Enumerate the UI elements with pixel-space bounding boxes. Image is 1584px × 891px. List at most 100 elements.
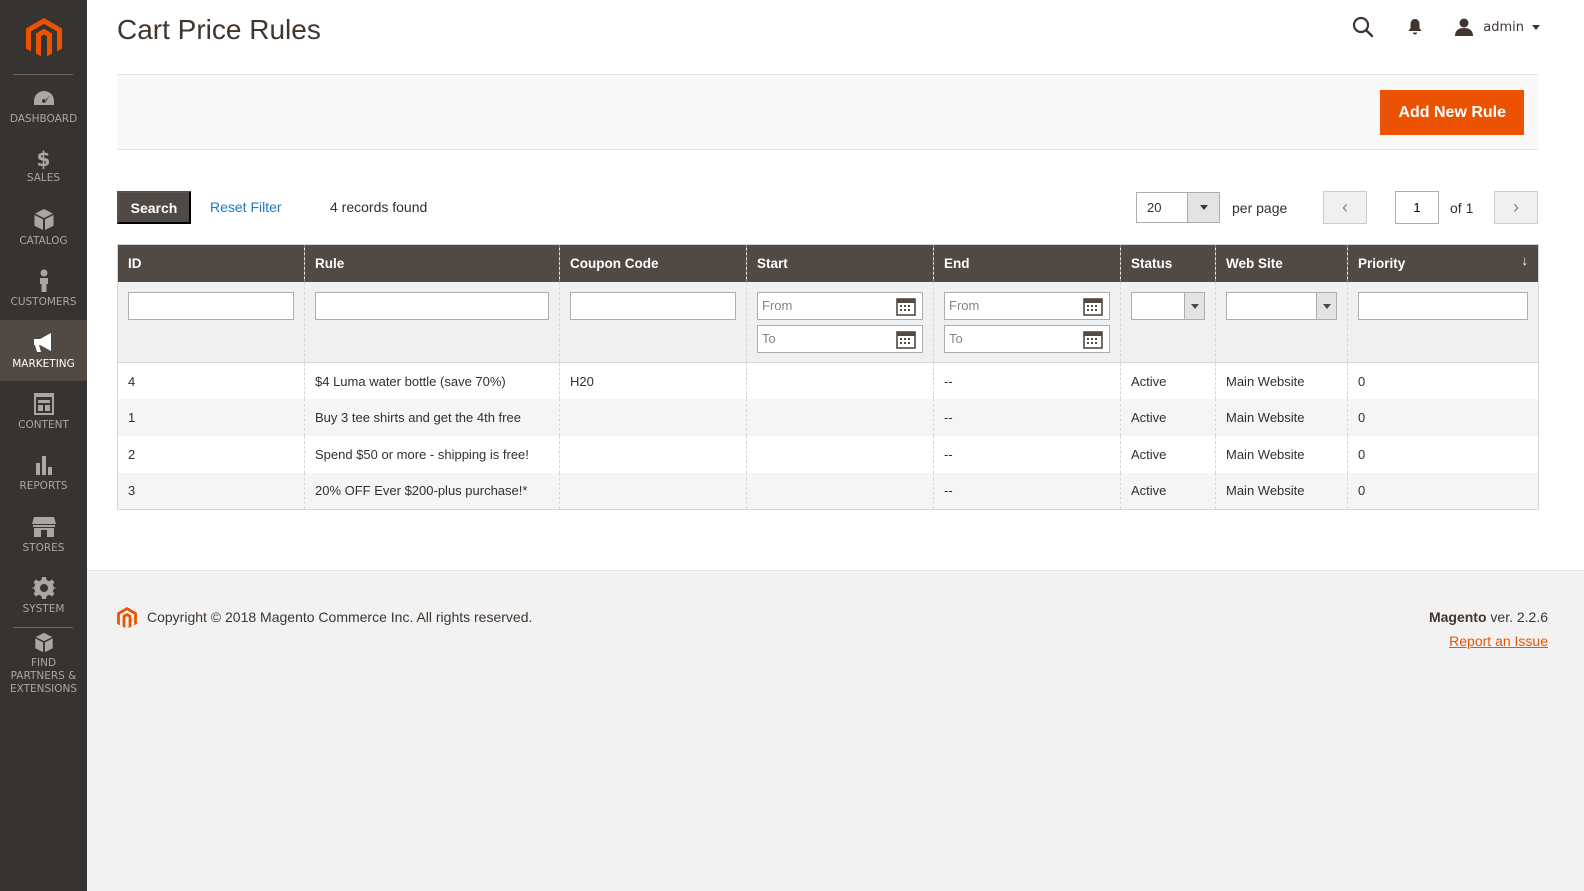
page-title: Cart Price Rules [117, 14, 321, 45]
table-row[interactable]: 3 20% OFF Ever $200-plus purchase!* -- A… [117, 472, 1539, 510]
column-header-end[interactable]: End [933, 244, 1121, 282]
sidebar-item-label: CATALOG [19, 234, 68, 247]
cart-price-rules-grid: ID Rule Coupon Code Start End Status Web… [117, 244, 1539, 510]
sidebar-item-reports[interactable]: REPORTS [0, 442, 87, 503]
per-page-label: per page [1232, 200, 1288, 216]
cell-coupon-code: H20 [559, 362, 747, 400]
filter-start-from-input[interactable]: From [757, 291, 923, 320]
sidebar-item-label: CUSTOMERS [10, 295, 77, 308]
sidebar-item-marketing[interactable]: MARKETING [0, 320, 87, 381]
per-page-value: 20 [1147, 200, 1162, 215]
search-icon [1353, 16, 1374, 38]
sidebar-item-sales[interactable]: $ SALES [0, 136, 87, 197]
cell-id: 2 [128, 446, 136, 462]
column-header-coupon-code[interactable]: Coupon Code [559, 244, 747, 282]
sidebar-item-label: FIND PARTNERS & EXTENSIONS [9, 657, 78, 695]
grid-toolbar: Search Reset Filter 4 records found 20 p… [117, 191, 1538, 224]
table-row[interactable]: 4 $4 Luma water bottle (save 70%) H20 --… [118, 362, 1539, 400]
cell-end: -- [933, 399, 1121, 436]
dollar-icon: $ [36, 147, 51, 171]
sidebar-divider [13, 627, 73, 628]
filter-end-to-input[interactable]: To [944, 324, 1110, 353]
filter-cell [1120, 281, 1216, 363]
column-header-web-site[interactable]: Web Site [1215, 244, 1348, 282]
placeholder-text: To [762, 330, 776, 346]
cell-status: Active [1120, 399, 1216, 436]
brand-name: Magento [1428, 609, 1487, 625]
filter-cell [117, 281, 305, 363]
add-new-rule-button[interactable]: Add New Rule [1380, 90, 1524, 135]
table-row[interactable]: 2 Spend $50 or more - shipping is free! … [118, 435, 1539, 473]
cell-rule: $4 Luma water bottle (save 70%) [304, 362, 560, 400]
chevron-down-icon [1184, 292, 1204, 319]
sidebar-item-label: STORES [22, 541, 65, 554]
sidebar-item-find-partners[interactable]: FIND PARTNERS & EXTENSIONS [0, 632, 87, 696]
cell-priority: 0 [1347, 399, 1539, 436]
cell-rule: 20% OFF Ever $200-plus purchase!* [304, 472, 560, 510]
sidebar-item-catalog[interactable]: CATALOG [0, 197, 87, 258]
sidebar-item-stores[interactable]: STORES [0, 504, 87, 565]
table-row[interactable]: 1 Buy 3 tee shirts and get the 4th free … [117, 399, 1539, 436]
cell-id: 4 [128, 373, 136, 389]
admin-username: admin [1483, 19, 1524, 35]
cell-web-site: Main Website [1215, 435, 1348, 473]
extensions-icon [34, 632, 53, 653]
sidebar-item-system[interactable]: SYSTEM [0, 565, 87, 626]
reset-filter-link[interactable]: Reset Filter [210, 199, 282, 215]
column-header-priority[interactable]: Priority ↓ [1347, 244, 1539, 282]
cell-priority: 0 [1347, 472, 1539, 510]
sidebar-item-label: MARKETING [12, 357, 75, 370]
calendar-icon[interactable] [896, 297, 916, 316]
filter-cell [559, 281, 747, 363]
sidebar-item-dashboard[interactable]: DASHBOARD [0, 75, 87, 136]
cell-coupon-code [559, 472, 747, 510]
filter-cell [304, 281, 560, 363]
global-search-button[interactable] [1350, 14, 1376, 40]
previous-page-button[interactable]: ‹ [1323, 191, 1367, 224]
filter-id-input[interactable] [128, 291, 294, 320]
magento-logo[interactable] [0, 0, 87, 75]
filter-web-site-select[interactable] [1226, 291, 1337, 320]
cell-web-site: Main Website [1215, 472, 1348, 510]
filter-status-select[interactable] [1131, 291, 1205, 320]
records-found: 4 records found [330, 199, 428, 215]
current-page-input[interactable] [1395, 191, 1439, 224]
filter-coupon-code-input[interactable] [570, 291, 736, 320]
column-header-rule[interactable]: Rule [304, 244, 560, 282]
per-page-select[interactable]: 20 [1136, 192, 1220, 223]
cell-id: 1 [117, 399, 305, 436]
filter-priority-input[interactable] [1358, 291, 1528, 320]
column-header-start[interactable]: Start [746, 244, 934, 282]
cell-rule: Spend $50 or more - shipping is free! [304, 435, 560, 473]
cell-start [746, 399, 934, 436]
filter-rule-input[interactable] [315, 291, 549, 320]
layout-icon [33, 392, 54, 415]
filter-end-from-input[interactable]: From [944, 291, 1110, 320]
chevron-right-icon: › [1513, 197, 1519, 217]
search-button[interactable]: Search [117, 191, 191, 224]
cell-status: Active [1120, 472, 1216, 510]
gear-icon [30, 576, 57, 599]
admin-user-menu[interactable]: admin [1454, 18, 1540, 36]
column-header-id[interactable]: ID [117, 244, 305, 282]
chevron-down-icon[interactable] [1187, 193, 1219, 222]
cell-coupon-code [559, 435, 747, 473]
sidebar-item-content[interactable]: CONTENT [0, 381, 87, 442]
version-text: Magento ver. 2.2.6 [1429, 609, 1548, 625]
page-actions-bar: Add New Rule [117, 74, 1538, 150]
cell-rule: Buy 3 tee shirts and get the 4th free [304, 399, 560, 436]
column-header-status[interactable]: Status [1120, 244, 1216, 282]
calendar-icon[interactable] [896, 330, 916, 349]
person-icon [39, 269, 48, 292]
next-page-button[interactable]: › [1494, 191, 1538, 224]
calendar-icon[interactable] [1083, 330, 1103, 349]
column-header-label: Priority [1358, 255, 1406, 271]
sidebar-item-customers[interactable]: CUSTOMERS [0, 258, 87, 319]
megaphone-icon [33, 332, 51, 352]
report-issue-link[interactable]: Report an Issue [1449, 633, 1548, 649]
magento-logo-icon [117, 607, 137, 629]
notifications-button[interactable] [1402, 14, 1428, 40]
calendar-icon[interactable] [1083, 297, 1103, 316]
filter-start-to-input[interactable]: To [757, 324, 923, 353]
chevron-down-icon [1316, 292, 1336, 319]
